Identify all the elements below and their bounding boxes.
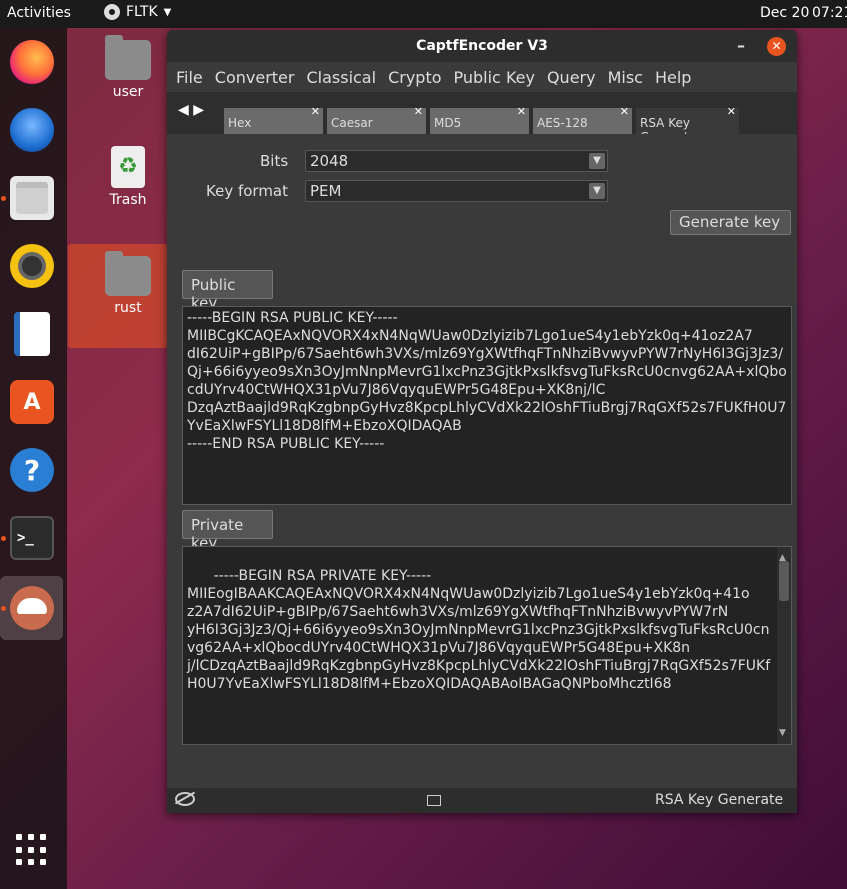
folder-icon [105,256,151,296]
home-folder-icon [105,40,151,80]
dock-software[interactable]: A [8,378,56,426]
minimize-button[interactable]: – [737,30,745,62]
menu-help[interactable]: Help [655,68,691,87]
dock-help[interactable]: ? [8,446,56,494]
chevron-down-icon: ▼ [589,183,605,199]
captfencoder-window: CaptfEncoder V3 – ✕ File Converter Class… [167,30,797,813]
running-indicator [1,606,6,611]
app-name: FLTK [126,4,158,20]
firefox-icon [10,40,54,84]
key-format-label: Key format [206,182,288,200]
private-key-textarea[interactable]: -----BEGIN RSA PRIVATE KEY----- MIIEogIB… [182,546,792,745]
public-key-textarea[interactable]: -----BEGIN RSA PUBLIC KEY----- MIIBCgKCA… [182,306,792,505]
files-icon [10,176,54,220]
menu-bar: File Converter Classical Crypto Public K… [167,62,797,92]
bits-value: 2048 [310,152,348,170]
key-format-value: PEM [310,182,341,200]
dock-writer[interactable] [8,310,56,358]
running-indicator [1,196,6,201]
private-key-button[interactable]: Private key [182,510,273,539]
private-key-text: -----BEGIN RSA PRIVATE KEY----- MIIEogIB… [187,568,770,692]
dock-firefox[interactable] [8,38,56,86]
menu-query[interactable]: Query [547,68,596,87]
clock-time[interactable]: 07:21 [812,5,847,21]
trash-icon: ♻ [111,146,145,188]
fltk-icon [104,4,120,20]
tab-close-icon[interactable]: ✕ [620,105,629,118]
status-bar: RSA Key Generate [167,788,797,813]
desktop-icon-label: rust [114,300,141,316]
terminal-icon: >_ [10,516,54,560]
tab-close-icon[interactable]: ✕ [517,105,526,118]
help-icon: ? [10,448,54,492]
tab-aes-128[interactable]: AES-128 ✕ [533,108,632,134]
title-bar[interactable]: CaptfEncoder V3 – ✕ [167,30,797,62]
window-title: CaptfEncoder V3 [416,38,548,54]
tab-caesar[interactable]: Caesar ✕ [327,108,426,134]
dock-files[interactable] [8,174,56,222]
tab-label: AES-128 [537,116,588,130]
thunderbird-icon [10,108,54,152]
rsa-panel: Bits 2048 ▼ Key format PEM ▼ Generate ke… [177,134,797,790]
tab-bar: ◀ ▶ Hex ✕ Caesar ✕ MD5 ✕ AES-128 ✕ RSA K… [167,92,797,134]
clock-date[interactable]: Dec 20 [760,5,809,21]
rhythmbox-icon [10,244,54,288]
tab-close-icon[interactable]: ✕ [414,105,423,118]
public-key-button[interactable]: Public key [182,270,273,299]
status-text: RSA Key Generate [655,792,783,808]
dock-rhythmbox[interactable] [8,242,56,290]
scrollbar-thumb[interactable] [779,561,789,601]
running-indicator [1,536,6,541]
software-icon: A [10,380,54,424]
tab-close-icon[interactable]: ✕ [311,105,320,118]
desktop-icon-rust[interactable]: rust [93,256,163,316]
top-bar: Activities FLTK ▼ Dec 20 07:21 [0,0,847,28]
tab-close-icon[interactable]: ✕ [727,105,736,118]
private-key-scrollbar[interactable]: ▲ ▼ [777,547,791,744]
window-icon[interactable] [427,795,441,806]
captfencoder-icon [10,586,54,630]
tab-rsa-key-generate[interactable]: RSA Key Generat ✕ [636,108,739,134]
tab-md5[interactable]: MD5 ✕ [430,108,529,134]
writer-icon [14,312,50,356]
tab-label: MD5 [434,116,461,130]
dock-terminal[interactable]: >_ [8,514,56,562]
menu-misc[interactable]: Misc [608,68,643,87]
menu-converter[interactable]: Converter [215,68,295,87]
desktop-icon-trash[interactable]: ♻ Trash [93,146,163,208]
show-apps-button[interactable] [16,834,48,866]
menu-file[interactable]: File [176,68,203,87]
app-menu[interactable]: FLTK ▼ [104,4,171,20]
tab-hex[interactable]: Hex ✕ [224,108,323,134]
desktop-icon-label: user [113,84,144,100]
menu-classical[interactable]: Classical [306,68,376,87]
dock-captfencoder[interactable] [8,584,56,632]
dock-thunderbird[interactable] [8,106,56,154]
menu-crypto[interactable]: Crypto [388,68,441,87]
bits-select[interactable]: 2048 ▼ [305,150,608,172]
desktop-icon-user[interactable]: user [93,40,163,100]
tab-label: Caesar [331,116,373,130]
eye-slash-icon[interactable] [175,792,195,806]
dock: A ? >_ [0,28,67,889]
generate-key-button[interactable]: Generate key [670,210,791,235]
scroll-down-icon[interactable]: ▼ [779,724,786,742]
chevron-down-icon: ▼ [164,7,172,18]
activities-button[interactable]: Activities [7,5,71,21]
bits-label: Bits [260,152,288,170]
desktop-icon-label: Trash [110,192,147,208]
close-button[interactable]: ✕ [767,37,786,56]
tab-label: Hex [228,116,251,130]
chevron-down-icon: ▼ [589,153,605,169]
tab-scroll-arrows[interactable]: ◀ ▶ [178,102,204,118]
key-format-select[interactable]: PEM ▼ [305,180,608,202]
menu-public-key[interactable]: Public Key [454,68,535,87]
